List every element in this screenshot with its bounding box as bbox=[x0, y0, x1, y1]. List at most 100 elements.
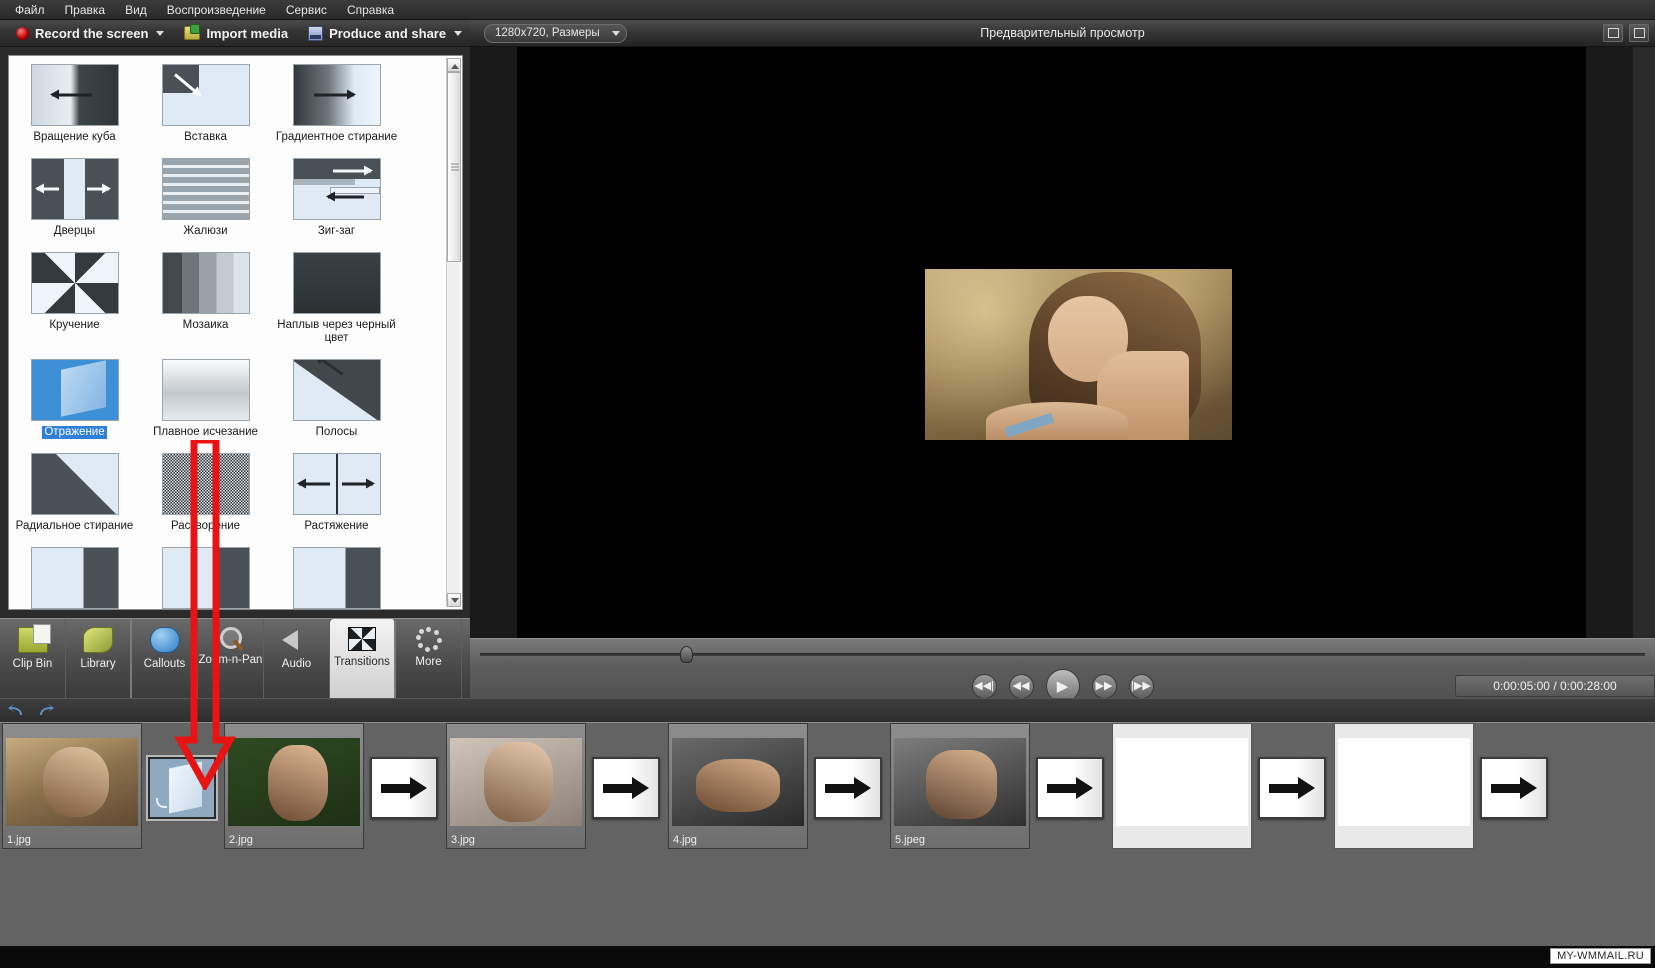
timeline-transition-chip[interactable] bbox=[592, 757, 660, 819]
chevron-down-icon[interactable] bbox=[454, 30, 463, 36]
transition-item[interactable]: Плавное исчезание bbox=[140, 359, 271, 439]
storyboard-timeline[interactable]: 1.jpg 2.jpg 3.jpg 4.jpg 5.jpeg bbox=[0, 722, 1655, 946]
undo-icon[interactable] bbox=[8, 703, 26, 718]
timeline-clip[interactable]: 3.jpg bbox=[446, 723, 586, 849]
arrow-right-icon bbox=[381, 777, 427, 799]
preview-panel: 1280x720, Размеры Предварительный просмо… bbox=[470, 20, 1655, 718]
redo-icon[interactable] bbox=[36, 703, 54, 718]
tab-more[interactable]: More bbox=[396, 619, 462, 699]
tab-zoom-n-pan[interactable]: Zoom-n-Pan bbox=[198, 619, 264, 699]
clip-filename: 2.jpg bbox=[229, 834, 253, 846]
timeline-transition-chip[interactable] bbox=[1258, 757, 1326, 819]
timeline-transition-chip[interactable] bbox=[370, 757, 438, 819]
jump-to-end-button[interactable]: |▶▶ bbox=[1128, 673, 1154, 699]
tab-audio[interactable]: Audio bbox=[264, 619, 330, 699]
transition-thumbnail-icon bbox=[161, 158, 250, 220]
tab-callouts[interactable]: Callouts bbox=[132, 619, 198, 699]
transition-item[interactable]: Радиальное стирание bbox=[9, 453, 140, 533]
transition-item[interactable]: Дверцы bbox=[9, 158, 140, 238]
transition-item[interactable]: Отражение bbox=[9, 359, 140, 439]
transition-item[interactable]: Наплыв через черный цвет bbox=[271, 252, 402, 345]
transition-thumbnail-icon bbox=[292, 453, 381, 515]
transition-item[interactable]: Градиентное стирание bbox=[271, 64, 402, 144]
timeline-transition-chip[interactable] bbox=[1480, 757, 1548, 819]
transition-item[interactable]: Растяжение bbox=[271, 453, 402, 533]
rewind-icon: ◀◀ bbox=[1012, 679, 1030, 692]
transition-thumbnail-icon bbox=[292, 158, 381, 220]
chevron-down-icon[interactable] bbox=[156, 30, 165, 36]
clip-thumbnail bbox=[672, 738, 804, 826]
jump-to-start-button[interactable]: ◀◀| bbox=[971, 673, 997, 699]
detach-preview-button[interactable] bbox=[1603, 24, 1623, 42]
skip-back-icon: ◀◀| bbox=[974, 679, 994, 692]
scroll-down-arrow-icon[interactable] bbox=[447, 593, 461, 607]
timeline-clip[interactable]: 1.jpg bbox=[2, 723, 142, 849]
timeline-clip[interactable]: 5.jpeg bbox=[890, 723, 1030, 849]
skip-forward-icon: |▶▶ bbox=[1131, 679, 1151, 692]
arrow-right-icon bbox=[1269, 777, 1315, 799]
reflect-transition-icon bbox=[150, 759, 214, 817]
menu-item-view[interactable]: Вид bbox=[116, 1, 156, 19]
preview-video-frame bbox=[925, 269, 1232, 440]
fast-forward-button[interactable]: ▶▶ bbox=[1091, 673, 1117, 699]
record-button-label: Record the screen bbox=[35, 25, 149, 41]
tab-library[interactable]: Library bbox=[66, 619, 132, 699]
transition-thumbnail-icon bbox=[161, 453, 250, 515]
transition-thumbnail-icon bbox=[30, 252, 119, 314]
timeline-clip[interactable]: 2.jpg bbox=[224, 723, 364, 849]
scroll-up-arrow-icon[interactable] bbox=[447, 58, 461, 72]
transition-thumbnail-icon bbox=[30, 64, 119, 126]
transition-item[interactable]: Растворение bbox=[140, 453, 271, 533]
timeline-clip[interactable]: 4.jpg bbox=[668, 723, 808, 849]
transition-item-partial[interactable] bbox=[271, 547, 402, 609]
storyboard-row: 1.jpg 2.jpg 3.jpg 4.jpg 5.jpeg bbox=[0, 723, 1554, 849]
transition-item[interactable]: Кручение bbox=[9, 252, 140, 345]
timeline-clip-empty[interactable] bbox=[1334, 723, 1474, 849]
timeline-transition-chip[interactable] bbox=[146, 755, 218, 821]
timecode-display: 0:00:05:00 / 0:00:28:00 bbox=[1455, 675, 1655, 697]
record-the-screen-button[interactable]: Record the screen bbox=[8, 24, 172, 43]
tab-clip-bin[interactable]: Clip Bin bbox=[0, 619, 66, 699]
scrubber-track[interactable] bbox=[480, 646, 1645, 663]
menu-item-edit[interactable]: Правка bbox=[56, 1, 115, 19]
menu-item-playback[interactable]: Воспроизведение bbox=[158, 1, 275, 19]
menu-item-file[interactable]: Файл bbox=[6, 1, 54, 19]
tab-label: Transitions bbox=[334, 656, 390, 668]
scrollbar-thumb[interactable] bbox=[447, 72, 461, 262]
transition-item-partial[interactable] bbox=[140, 547, 271, 609]
produce-and-share-button[interactable]: Produce and share bbox=[300, 24, 488, 43]
preview-toolbar-right bbox=[1603, 24, 1649, 42]
timeline-clip-empty[interactable] bbox=[1112, 723, 1252, 849]
transition-item[interactable]: Вставка bbox=[140, 64, 271, 144]
transition-thumbnail-icon bbox=[292, 547, 381, 609]
transitions-list[interactable]: Вращение куба Вставка Градиентное стирание… bbox=[8, 55, 463, 610]
transition-item[interactable]: Зиг-заг bbox=[271, 158, 402, 238]
menu-item-tools[interactable]: Сервис bbox=[277, 1, 336, 19]
fullscreen-button[interactable] bbox=[1629, 24, 1649, 42]
play-icon: ▶ bbox=[1056, 677, 1069, 695]
playhead-handle[interactable] bbox=[680, 646, 693, 663]
transition-label: Наплыв через черный цвет bbox=[277, 319, 396, 344]
rewind-button[interactable]: ◀◀ bbox=[1008, 673, 1034, 699]
transition-thumbnail-icon bbox=[30, 453, 119, 515]
transition-item[interactable]: Полосы bbox=[271, 359, 402, 439]
transitions-icon bbox=[348, 627, 376, 651]
produce-icon bbox=[308, 25, 324, 41]
transition-item[interactable]: Вращение куба bbox=[9, 64, 140, 144]
timeline-transition-chip[interactable] bbox=[814, 757, 882, 819]
import-media-button[interactable]: Import media bbox=[176, 24, 296, 43]
transitions-scrollbar[interactable] bbox=[446, 58, 461, 607]
transition-label: Вращение куба bbox=[33, 131, 116, 143]
preview-canvas[interactable] bbox=[517, 47, 1586, 638]
transition-thumbnail-icon bbox=[292, 252, 381, 314]
transition-thumbnail-icon bbox=[161, 547, 250, 609]
clip-filename: 3.jpg bbox=[451, 834, 475, 846]
application-window: Файл Правка Вид Воспроизведение Сервис С… bbox=[0, 0, 1655, 968]
timeline-transition-chip[interactable] bbox=[1036, 757, 1104, 819]
tab-transitions[interactable]: Transitions bbox=[330, 619, 396, 699]
transition-item[interactable]: Мозаика bbox=[140, 252, 271, 345]
transition-item[interactable]: Жалюзи bbox=[140, 158, 271, 238]
transition-item-partial[interactable] bbox=[9, 547, 140, 609]
clip-thumbnail bbox=[6, 738, 138, 826]
menu-item-help[interactable]: Справка bbox=[338, 1, 403, 19]
